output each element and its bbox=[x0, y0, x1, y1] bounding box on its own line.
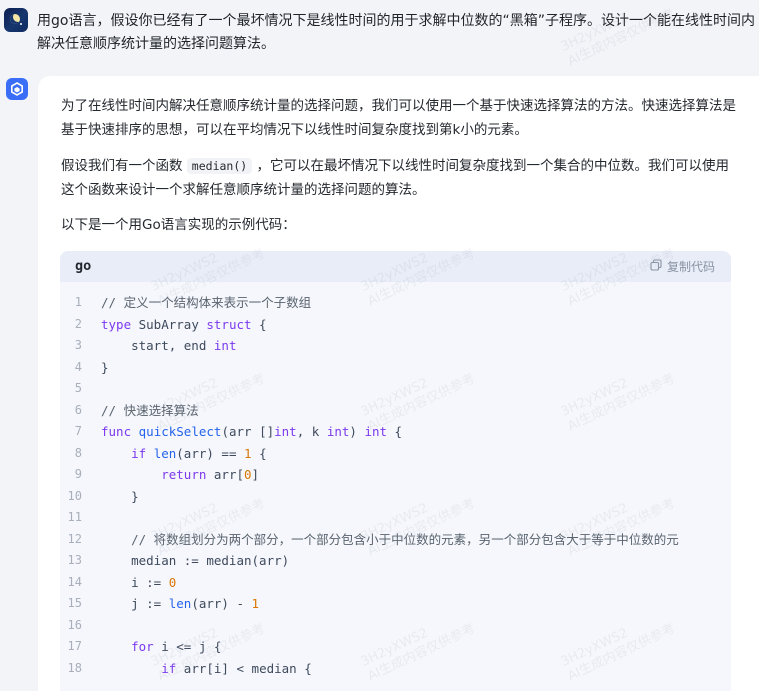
line-number: 9 bbox=[74, 467, 82, 481]
line-number: 12 bbox=[67, 531, 82, 546]
code-line: 15 j := len(arr) - 1 bbox=[60, 593, 731, 615]
line-code: start, end int bbox=[101, 338, 237, 353]
code-line: 12 // 将数组划分为两个部分，一个部分包含小于中位数的元素，另一个部分包含大… bbox=[60, 529, 731, 551]
user-avatar bbox=[4, 8, 28, 32]
assistant-logo-icon bbox=[6, 78, 28, 100]
code-line: 9 return arr[0] bbox=[60, 464, 731, 486]
code-lines: 1 // 定义一个结构体来表示一个子数组 2 type SubArray struct… bbox=[60, 292, 731, 679]
line-number: 8 bbox=[74, 445, 82, 460]
code-block: go 复制代码 1 // 定义一个结构体来表示一个子数组 2 type SubArra… bbox=[60, 251, 731, 691]
line-code: median := median(arr) bbox=[101, 553, 290, 568]
code-line: 7 func quickSelect(arr []int, k int) int … bbox=[60, 421, 731, 443]
copy-code-button[interactable]: 复制代码 bbox=[650, 258, 715, 275]
line-code: for i <= j { bbox=[131, 639, 222, 654]
line-code: if arr[i] < median { bbox=[161, 660, 312, 676]
line-code: // 快速选择算法 bbox=[101, 402, 199, 418]
line-code: func quickSelect(arr []int, k int) int { bbox=[101, 424, 403, 439]
line-number: 15 bbox=[67, 596, 82, 610]
line-number: 3 bbox=[74, 338, 82, 352]
code-line: 18 if arr[i] < median { bbox=[60, 658, 731, 680]
code-line: 1 // 定义一个结构体来表示一个子数组 bbox=[60, 292, 731, 314]
code-line: 14 i := 0 bbox=[60, 572, 731, 594]
line-number: 7 bbox=[74, 424, 82, 438]
line-number: 14 bbox=[67, 574, 82, 589]
code-line: 10 } bbox=[60, 486, 731, 508]
line-number: 5 bbox=[74, 381, 82, 395]
code-line: 11 bbox=[60, 507, 731, 529]
code-language-label: go bbox=[75, 258, 92, 274]
line-number: 1 bbox=[74, 295, 82, 309]
line-number: 13 bbox=[67, 553, 82, 567]
line-number: 4 bbox=[74, 359, 82, 374]
code-line: 13 median := median(arr) bbox=[60, 550, 731, 572]
line-number: 11 bbox=[67, 510, 82, 524]
assistant-paragraph-2: 假设我们有一个函数 median() ，它可以在最坏情况下以线性时间复杂度找到一… bbox=[61, 158, 729, 198]
line-code: } bbox=[101, 359, 109, 375]
copy-code-label: 复制代码 bbox=[666, 260, 715, 274]
line-code: // 定义一个结构体来表示一个子数组 bbox=[101, 295, 312, 310]
line-code: return arr[0] bbox=[161, 467, 260, 482]
user-message-row: 用go语言，假设你已经有了一个最坏情况下是线性时间的用于求解中位数的“黑箱”子程… bbox=[0, 0, 759, 70]
line-number: 2 bbox=[74, 316, 82, 331]
assistant-message-card: 为了在线性时间内解决任意顺序统计量的选择问题，我们可以使用一个基于快速选择算法的… bbox=[38, 76, 759, 691]
assistant-paragraph-3: 以下是一个用Go语言实现的示例代码： bbox=[61, 217, 296, 233]
line-number: 6 bbox=[74, 402, 82, 417]
code-block-header: go 复制代码 bbox=[60, 251, 731, 282]
inline-code-median: median() bbox=[186, 158, 253, 174]
line-number: 16 bbox=[67, 617, 82, 632]
line-code: // 将数组划分为两个部分，一个部分包含小于中位数的元素，另一个部分包含大于等于… bbox=[131, 531, 679, 547]
line-code: } bbox=[101, 488, 139, 504]
assistant-paragraph-1: 为了在线性时间内解决任意顺序统计量的选择问题，我们可以使用一个基于快速选择算法的… bbox=[61, 98, 736, 138]
code-line: 17 for i <= j { bbox=[60, 636, 731, 658]
code-line: 4} bbox=[60, 357, 731, 379]
code-line: 16 bbox=[60, 615, 731, 637]
line-code: type SubArray struct { bbox=[101, 316, 267, 332]
code-line: 8 if len(arr) == 1 { bbox=[60, 443, 731, 465]
code-line: 6 // 快速选择算法 bbox=[60, 400, 731, 422]
line-code: if len(arr) == 1 { bbox=[131, 445, 267, 461]
code-line: 2 type SubArray struct { bbox=[60, 314, 731, 336]
line-code: i := 0 bbox=[101, 574, 177, 590]
code-line: 3 start, end int bbox=[60, 335, 731, 357]
line-code: j := len(arr) - 1 bbox=[101, 596, 260, 611]
copy-icon bbox=[650, 259, 662, 274]
user-message-text: 用go语言，假设你已经有了一个最坏情况下是线性时间的用于求解中位数的“黑箱”子程… bbox=[37, 13, 755, 52]
code-line: 5 bbox=[60, 378, 731, 400]
line-number: 17 bbox=[67, 639, 82, 653]
line-number: 10 bbox=[67, 488, 82, 503]
line-number: 18 bbox=[67, 660, 82, 675]
assistant-message-row: 为了在线性时间内解决任意顺序统计量的选择问题，我们可以使用一个基于快速选择算法的… bbox=[0, 76, 759, 691]
